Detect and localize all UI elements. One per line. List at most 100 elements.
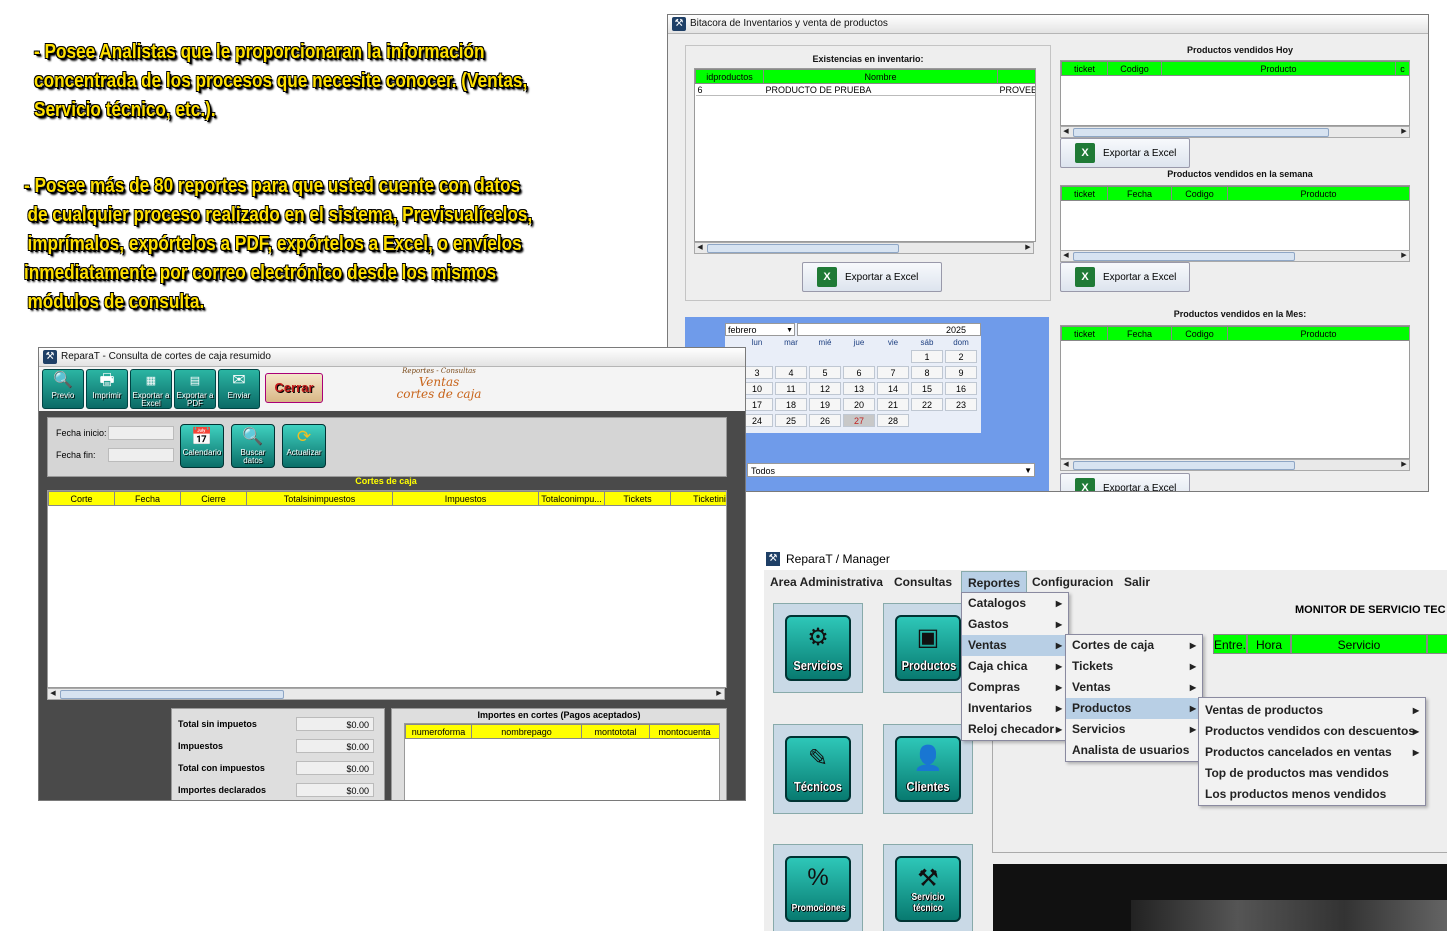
scroll-left-icon[interactable]: ◀: [1061, 251, 1071, 261]
menu-item-ventas[interactable]: Ventas ▶: [1066, 677, 1202, 698]
export-pdf-button[interactable]: ▤ Exportar a PDF: [174, 369, 216, 409]
menu-item-top-de-productos-mas-vendidos[interactable]: Top de productos mas vendidos: [1199, 763, 1425, 784]
menu-item-catalogos[interactable]: Catalogos ▶: [962, 593, 1068, 614]
menu-item-tickets[interactable]: Tickets ▶: [1066, 656, 1202, 677]
calendar-day[interactable]: 11: [775, 382, 807, 395]
export-excel-button[interactable]: X Exportar a Excel: [1060, 262, 1190, 292]
column-header[interactable]: ticket: [1061, 326, 1108, 341]
year-spinner[interactable]: 2025: [797, 323, 981, 336]
export-excel-button[interactable]: ▦ Exportar a Excel: [130, 369, 172, 409]
menu-consultas[interactable]: Consultas: [888, 571, 958, 593]
filter-combo[interactable]: Todos ▼: [747, 463, 1035, 477]
cortes-table[interactable]: Corte Fecha Cierre Totalsinimpuestos Imp…: [47, 490, 727, 688]
export-excel-button[interactable]: X Exportar a Excel: [802, 262, 942, 292]
scroll-right-icon[interactable]: ▶: [1399, 460, 1409, 470]
column-header[interactable]: Producto: [1227, 326, 1409, 341]
menu-item-servicios[interactable]: Servicios ▶: [1066, 719, 1202, 740]
menu-item-compras[interactable]: Compras ▶: [962, 677, 1068, 698]
close-button[interactable]: Cerrar: [265, 373, 323, 403]
calendar-day[interactable]: 9: [945, 366, 977, 379]
column-header[interactable]: [1427, 634, 1447, 654]
calendar-day[interactable]: 20: [843, 398, 875, 411]
column-header[interactable]: Ticketini: [670, 491, 726, 506]
calendar-day[interactable]: 27: [843, 414, 875, 427]
productos-module-button[interactable]: ▣ Productos: [883, 603, 973, 693]
column-header[interactable]: Producto: [1227, 186, 1409, 201]
menu-item-gastos[interactable]: Gastos ▶: [962, 614, 1068, 635]
tecnicos-module-button[interactable]: ✎ Técnicos: [773, 724, 863, 814]
menu-item-los-productos-menos-vendidos[interactable]: Los productos menos vendidos: [1199, 784, 1425, 805]
calendar-day[interactable]: 13: [843, 382, 875, 395]
menu-configuracion[interactable]: Configuracion: [1026, 571, 1119, 593]
column-header[interactable]: Codigo: [1171, 186, 1228, 201]
calendar-day[interactable]: 18: [775, 398, 807, 411]
menu-item-ventas[interactable]: Ventas ▶: [962, 635, 1068, 656]
scroll-left-icon[interactable]: ◀: [695, 243, 705, 253]
column-header[interactable]: Fecha: [114, 491, 181, 506]
column-header[interactable]: Fecha: [1107, 326, 1172, 341]
clientes-module-button[interactable]: 👤 Clientes: [883, 724, 973, 814]
menu-item-analista-de-usuarios[interactable]: Analista de usuarios: [1066, 740, 1202, 761]
menu-item-inventarios[interactable]: Inventarios ▶: [962, 698, 1068, 719]
column-header[interactable]: Impuestos: [392, 491, 539, 506]
horizontal-scrollbar[interactable]: ◀ ▶: [1060, 250, 1410, 262]
column-header[interactable]: [997, 69, 1035, 84]
existencias-table[interactable]: idproductos Nombre 6 PRODUCTO DE PRUEBA …: [694, 68, 1036, 242]
column-header[interactable]: Totalconimpu...: [538, 491, 605, 506]
calendar-day[interactable]: 22: [911, 398, 943, 411]
column-header[interactable]: Codigo: [1171, 326, 1228, 341]
table-row[interactable]: 6 PRODUCTO DE PRUEBA PROVEE: [695, 83, 1035, 96]
calendar-day[interactable]: 26: [809, 414, 841, 427]
scroll-right-icon[interactable]: ▶: [714, 689, 724, 699]
fecha-fin-field[interactable]: [108, 448, 174, 462]
calendar-day[interactable]: 7: [877, 366, 909, 379]
calendar-day[interactable]: 8: [911, 366, 943, 379]
scroll-left-icon[interactable]: ◀: [48, 689, 58, 699]
calendar-day[interactable]: 2: [945, 350, 977, 363]
column-header[interactable]: idproductos: [695, 69, 764, 84]
column-header[interactable]: Fecha: [1107, 186, 1172, 201]
importes-table[interactable]: numeroforma nombrepago montototal montoc…: [404, 723, 720, 800]
chevron-down-icon[interactable]: ▼: [1024, 464, 1032, 478]
calendar-day[interactable]: 6: [843, 366, 875, 379]
calendar-day[interactable]: 19: [809, 398, 841, 411]
column-header[interactable]: Cierre: [180, 491, 247, 506]
column-header[interactable]: Entre...: [1213, 634, 1247, 654]
menu-salir[interactable]: Salir: [1118, 571, 1156, 593]
calendar-day[interactable]: 14: [877, 382, 909, 395]
date-chooser[interactable]: febrero ▼ 2025 lun mar mié jue vie sáb dom 123…: [725, 323, 981, 433]
semana-table[interactable]: ticket Fecha Codigo Producto: [1060, 185, 1410, 251]
day-grid[interactable]: 1 2 3 4 5 6 7 8 9 10 11 12 13 14 15 16 17 18 19 20 21 22 23 24 2…: [741, 350, 981, 434]
scroll-thumb[interactable]: [1073, 128, 1329, 137]
calendar-day[interactable]: 1: [911, 350, 943, 363]
column-header[interactable]: Producto: [1161, 61, 1396, 76]
column-header[interactable]: c: [1395, 61, 1409, 76]
menu-item-reloj-checador[interactable]: Reloj checador ▶: [962, 719, 1068, 740]
column-header[interactable]: montocuenta: [649, 724, 719, 739]
search-data-button[interactable]: 🔍 Buscar datos: [231, 424, 275, 468]
month-combo[interactable]: febrero ▼: [725, 323, 795, 336]
calendar-button[interactable]: 📅 Calendario: [180, 424, 224, 468]
scroll-left-icon[interactable]: ◀: [1061, 460, 1071, 470]
calendar-day[interactable]: 16: [945, 382, 977, 395]
cortes-titlebar[interactable]: ⚒ ReparaT - Consulta de cortes de caja r…: [39, 348, 745, 367]
servicios-module-button[interactable]: ⚙ Servicios: [773, 603, 863, 693]
column-header[interactable]: Codigo: [1107, 61, 1162, 76]
send-mail-button[interactable]: ✉ Enviar: [218, 369, 260, 409]
manager-titlebar[interactable]: ⚒ ReparaT / Manager: [764, 544, 1447, 570]
horizontal-scrollbar[interactable]: ◀ ▶: [694, 242, 1034, 254]
scroll-right-icon[interactable]: ▶: [1399, 251, 1409, 261]
column-header[interactable]: ticket: [1061, 61, 1108, 76]
scroll-thumb[interactable]: [707, 244, 899, 253]
menu-item-productos-vendidos-con-descuentos[interactable]: Productos vendidos con descuentos ▶: [1199, 721, 1425, 742]
column-header[interactable]: ticket: [1061, 186, 1108, 201]
horizontal-scrollbar[interactable]: ◀ ▶: [1060, 126, 1410, 138]
menu-item-caja-chica[interactable]: Caja chica ▶: [962, 656, 1068, 677]
menu-item-ventas-de-productos[interactable]: Ventas de productos ▶: [1199, 700, 1425, 721]
menu-item-productos[interactable]: Productos ▶: [1066, 698, 1202, 719]
calendar-day[interactable]: 23: [945, 398, 977, 411]
promociones-module-button[interactable]: % Promociones: [773, 844, 863, 931]
scroll-right-icon[interactable]: ▶: [1399, 127, 1409, 137]
menu-item-cortes-de-caja[interactable]: Cortes de caja ▶: [1066, 635, 1202, 656]
column-header[interactable]: numeroforma: [405, 724, 472, 739]
